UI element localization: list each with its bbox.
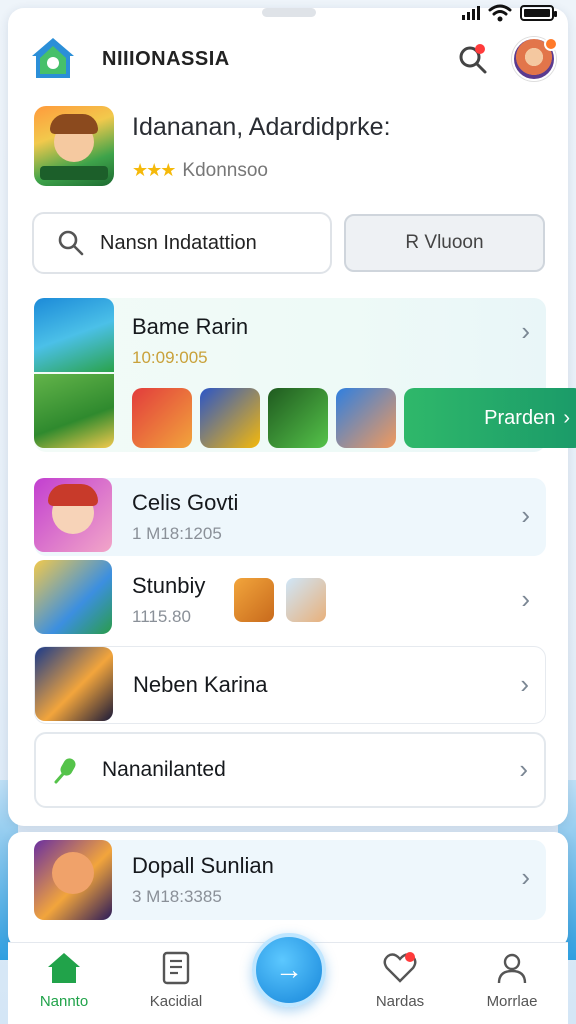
battery-icon bbox=[520, 5, 557, 21]
list-item-meta: 3 M18:3385 bbox=[132, 887, 222, 906]
chevron-right-icon: › bbox=[520, 669, 529, 699]
search-icon[interactable] bbox=[456, 42, 490, 76]
notification-dot bbox=[544, 37, 558, 51]
nav-label: Morrlae bbox=[486, 993, 538, 1010]
list-item-title: Dopall Sunlian bbox=[132, 853, 274, 878]
game-thumbnail bbox=[34, 298, 114, 372]
document-icon bbox=[162, 951, 190, 985]
list-item-meta: 1 M18:1205 bbox=[132, 524, 222, 543]
list-item[interactable]: Neben Karina › bbox=[34, 646, 546, 724]
game-thumbnail bbox=[34, 840, 112, 920]
signal-icon bbox=[462, 6, 480, 20]
game-icon[interactable] bbox=[268, 388, 328, 448]
list-item-title: Celis Govti bbox=[132, 490, 239, 515]
list-item[interactable]: Celis Govti 1 M18:1205 › bbox=[34, 478, 546, 556]
avatar[interactable] bbox=[512, 37, 558, 81]
chevron-right-icon: › bbox=[521, 584, 530, 614]
search-icon bbox=[58, 230, 84, 256]
list-item[interactable]: Bame Rarin 10:09:005 Prarden › › bbox=[34, 298, 576, 452]
chevron-right-icon: › bbox=[521, 500, 530, 530]
nav-label: Nardas bbox=[375, 993, 425, 1010]
app-brand: NIIIONASSIA bbox=[102, 47, 230, 70]
promo-label: Prarden bbox=[484, 406, 556, 429]
featured-app[interactable]: Idananan, Adardidprke: ★★★ Kdonnsoo bbox=[34, 106, 544, 188]
nav-label: Kacidial bbox=[149, 993, 203, 1010]
featured-app-subtitle: Kdonnsoo bbox=[182, 159, 268, 181]
arrow-right-icon: → bbox=[275, 954, 303, 985]
nav-favorites[interactable]: Nardas bbox=[344, 943, 456, 1010]
list-item-title: Bame Rarin bbox=[132, 314, 249, 339]
bottom-nav: Nannto Kacidial Nardas Morrlae → bbox=[8, 933, 568, 1024]
microphone-icon bbox=[54, 758, 76, 784]
list-item[interactable]: Nananilanted › bbox=[34, 732, 546, 808]
list-item-title: Stunbiy bbox=[132, 573, 206, 598]
header: NIIIONASSIA bbox=[28, 34, 558, 84]
list-item-title: Neben Karina bbox=[133, 672, 268, 697]
filter-button[interactable]: R Vluoon bbox=[344, 214, 545, 272]
game-thumbnail bbox=[34, 560, 112, 634]
featured-app-thumbnail bbox=[34, 106, 114, 186]
list-item-meta: 1115.80 bbox=[132, 607, 191, 626]
search-label: Nansn Indatattion bbox=[100, 231, 257, 254]
list-item-title: Nananilanted bbox=[102, 758, 226, 781]
nav-documents[interactable]: Kacidial bbox=[120, 943, 232, 1010]
chevron-right-icon: › bbox=[563, 406, 570, 429]
list-item[interactable]: Dopall Sunlian 3 M18:3385 › bbox=[34, 840, 546, 920]
search-input[interactable]: Nansn Indatattion bbox=[32, 212, 332, 274]
nav-home[interactable]: Nannto bbox=[8, 943, 120, 1010]
featured-app-title: Idananan, Adardidprke: bbox=[132, 112, 391, 141]
list-item-meta: 10:09:005 bbox=[132, 348, 208, 367]
user-icon bbox=[497, 953, 527, 984]
game-icon[interactable] bbox=[132, 388, 192, 448]
app-logo-icon[interactable] bbox=[28, 34, 78, 84]
action-button[interactable]: → bbox=[252, 933, 326, 1007]
game-icon[interactable] bbox=[200, 388, 260, 448]
nav-profile[interactable]: Morrlae bbox=[456, 943, 568, 1010]
home-icon bbox=[48, 953, 80, 983]
nav-label: Nannto bbox=[39, 993, 89, 1010]
status-bar bbox=[462, 4, 557, 22]
chevron-right-icon: › bbox=[521, 862, 530, 892]
character-icon bbox=[234, 578, 274, 622]
list-item[interactable]: Stunbiy 1115.80 › bbox=[34, 560, 546, 640]
game-thumbnail bbox=[34, 374, 114, 448]
star-rating-icon: ★★★ bbox=[132, 160, 176, 180]
notch bbox=[262, 8, 316, 17]
game-thumbnail bbox=[34, 478, 112, 552]
game-icon[interactable] bbox=[336, 388, 396, 448]
heart-icon bbox=[383, 952, 417, 983]
chevron-right-icon: › bbox=[519, 754, 528, 784]
chevron-right-icon: › bbox=[521, 316, 530, 346]
game-thumbnail bbox=[35, 647, 113, 721]
promo-button[interactable]: Prarden › bbox=[404, 388, 576, 448]
wifi-icon bbox=[488, 4, 512, 22]
character-icon bbox=[286, 578, 326, 622]
